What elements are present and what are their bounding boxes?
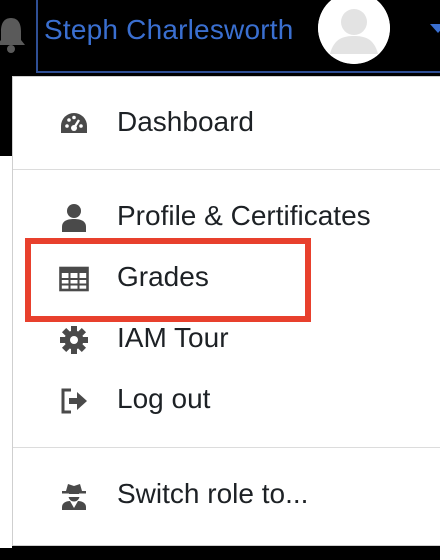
table-icon — [59, 266, 89, 292]
menu-item-iam-tour[interactable]: IAM Tour — [13, 310, 440, 368]
default-user-avatar-icon — [318, 0, 390, 64]
page-background-bottom — [0, 548, 440, 560]
menu-item-log-out[interactable]: Log out — [13, 371, 440, 429]
menu-item-label: Profile & Certificates — [117, 200, 371, 231]
user-name: Steph Charlesworth — [44, 14, 294, 45]
menu-item-label: Dashboard — [117, 106, 254, 137]
top-navbar: Steph Charlesworth — [0, 0, 440, 76]
menu-item-label: Grades — [117, 261, 209, 292]
dashboard-gauge-icon — [61, 113, 87, 133]
menu-divider — [13, 169, 440, 170]
sign-out-icon — [61, 388, 87, 414]
menu-item-label: Switch role to... — [117, 478, 309, 509]
menu-item-switch-role[interactable]: Switch role to... — [13, 466, 440, 524]
menu-divider — [13, 447, 440, 448]
page-background-strip — [0, 76, 12, 560]
user-menu-toggle[interactable]: Steph Charlesworth — [36, 0, 440, 73]
menu-item-profile-certificates[interactable]: Profile & Certificates — [13, 188, 440, 246]
menu-item-label: IAM Tour — [117, 322, 229, 353]
bell-icon[interactable] — [0, 14, 28, 54]
menu-item-dashboard[interactable]: Dashboard — [13, 94, 440, 152]
user-dropdown-menu: Dashboard Profile & Certificates Grades — [12, 76, 440, 546]
menu-item-label: Log out — [117, 383, 211, 414]
caret-down-icon[interactable] — [430, 24, 440, 33]
user-secret-icon — [62, 484, 86, 510]
user-icon — [62, 204, 86, 232]
gear-icon — [60, 326, 88, 354]
page-background-dark — [0, 76, 12, 156]
avatar — [318, 0, 390, 64]
menu-item-grades[interactable]: Grades — [13, 249, 440, 307]
